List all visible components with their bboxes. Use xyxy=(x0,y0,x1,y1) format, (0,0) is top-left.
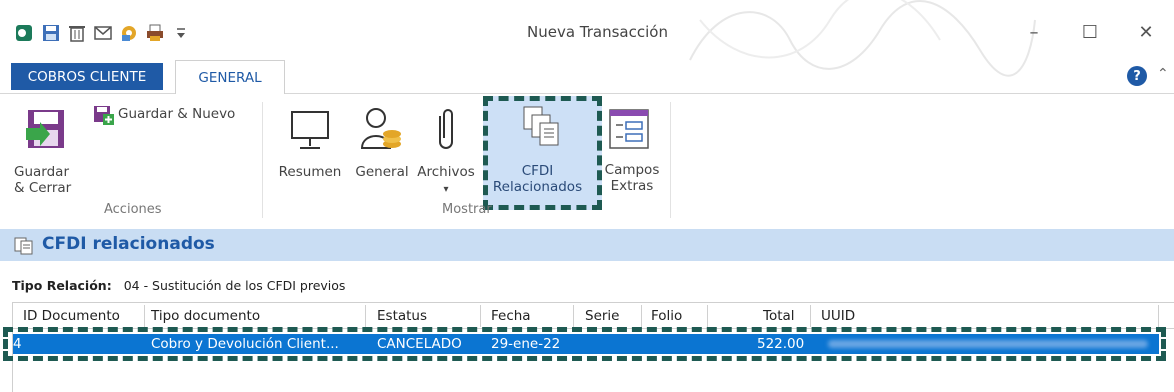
column-separator xyxy=(480,305,481,327)
monitor-icon xyxy=(291,111,329,149)
column-fecha[interactable]: Fecha xyxy=(491,308,531,324)
column-separator xyxy=(144,305,145,327)
print-icon[interactable] xyxy=(144,22,166,44)
documents-icon xyxy=(523,106,559,146)
tipo-relacion: Tipo Relación: 04 - Sustitución de los C… xyxy=(12,278,345,293)
general-button[interactable]: General xyxy=(350,100,414,190)
section-title: CFDI relacionados xyxy=(42,234,215,254)
column-separator xyxy=(810,305,811,327)
column-separator xyxy=(1158,305,1159,327)
cfdi-relacionados-button[interactable]: CFDI Relacionados xyxy=(483,96,602,210)
quick-access-toolbar xyxy=(14,22,192,44)
cfdi-relacionados-label: CFDI Relacionados xyxy=(492,163,583,195)
column-total[interactable]: Total xyxy=(763,308,795,324)
ribbon-separator xyxy=(262,102,263,218)
help-icon[interactable]: ? xyxy=(1127,66,1147,86)
tipo-relacion-value[interactable]: 04 - Sustitución de los CFDI previos xyxy=(124,278,346,293)
window-controls: – ☐ ✕ xyxy=(1006,14,1174,50)
tab-general[interactable]: GENERAL xyxy=(175,60,285,95)
collapse-ribbon-icon[interactable]: ⌃ xyxy=(1157,66,1169,82)
close-button[interactable]: ✕ xyxy=(1118,14,1174,50)
email-icon[interactable] xyxy=(92,22,114,44)
column-tipo-documento[interactable]: Tipo documento xyxy=(151,308,260,324)
group-label-mostrar: Mostrar xyxy=(442,202,492,217)
group-label-acciones: Acciones xyxy=(104,202,162,217)
campos-extras-button[interactable]: Campos Extras xyxy=(600,100,664,194)
column-serie[interactable]: Serie xyxy=(585,308,619,324)
section-header: CFDI relacionados xyxy=(0,229,1174,261)
maximize-button[interactable]: ☐ xyxy=(1062,14,1118,50)
general-label: General xyxy=(355,164,409,180)
column-id-documento[interactable]: ID Documento xyxy=(23,308,120,324)
campos-extras-label: Campos Extras xyxy=(604,162,660,194)
app-logo-icon[interactable] xyxy=(14,22,36,44)
save-close-button[interactable]: Guardar & Cerrar xyxy=(14,100,84,196)
save-new-button[interactable]: Guardar & Nuevo xyxy=(93,104,263,128)
column-estatus[interactable]: Estatus xyxy=(377,308,427,324)
save-icon[interactable] xyxy=(40,22,62,44)
window-title: Nueva Transacción xyxy=(527,23,668,41)
column-uuid[interactable]: UUID xyxy=(821,308,855,324)
paperclip-icon xyxy=(439,109,453,149)
minimize-button[interactable]: – xyxy=(1006,14,1062,50)
resumen-label: Resumen xyxy=(278,164,342,180)
customize-icon[interactable] xyxy=(170,22,192,44)
column-separator xyxy=(573,305,574,327)
tab-cobros-cliente[interactable]: COBROS CLIENTE xyxy=(11,63,163,90)
column-folio[interactable]: Folio xyxy=(651,308,682,324)
archivos-button[interactable]: Archivos ▾ xyxy=(414,100,478,196)
column-separator xyxy=(707,305,708,327)
row-highlight-frame xyxy=(3,327,1166,361)
save-close-icon xyxy=(26,110,64,148)
ribbon-tabs: COBROS CLIENTE GENERAL ? ⌃ xyxy=(0,58,1174,95)
ribbon: Guardar & Cerrar Guardar & Nuevo Accione… xyxy=(0,94,1174,226)
title-bar: Nueva Transacción – ☐ ✕ xyxy=(0,0,1174,77)
save-new-icon xyxy=(94,106,114,125)
grid-header: ID Documento Tipo documento Estatus Fech… xyxy=(13,303,1174,329)
column-separator xyxy=(365,305,366,327)
ribbon-separator xyxy=(670,102,671,218)
form-fields-icon xyxy=(609,109,649,149)
related-documents-icon xyxy=(14,237,33,255)
resumen-button[interactable]: Resumen xyxy=(272,100,348,190)
dropdown-arrow-icon: ▾ xyxy=(443,184,449,195)
archivos-label: Archivos xyxy=(417,164,475,180)
save-close-label: Guardar & Cerrar xyxy=(14,164,72,196)
user-icon xyxy=(360,108,401,149)
save-new-label: Guardar & Nuevo xyxy=(118,106,236,122)
tipo-relacion-label: Tipo Relación: xyxy=(12,278,112,293)
delete-icon[interactable] xyxy=(66,22,88,44)
column-separator xyxy=(641,305,642,327)
tools-icon[interactable] xyxy=(118,22,140,44)
